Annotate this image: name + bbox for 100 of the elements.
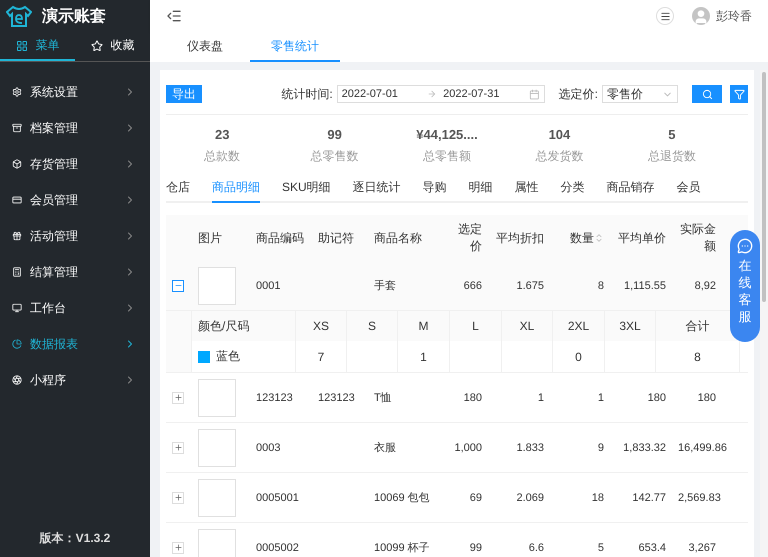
calculator-icon [12,267,22,277]
search-icon [702,88,712,100]
table-cell: 69 [470,492,482,504]
arrow-icon [427,89,438,99]
table-cell: 手套 [374,280,396,292]
table-cell: 5 [598,542,604,554]
page-tab[interactable]: 仪表盘 [160,32,250,62]
table-cell: 180 [698,392,716,404]
expand-button[interactable] [172,442,184,454]
table-cell: 1,000 [454,442,482,454]
avatar-icon [692,7,710,25]
column-header: 平均折扣 [495,230,545,246]
card-icon [12,195,22,205]
search-button[interactable] [692,85,722,103]
table-cell: 653.4 [638,542,666,554]
scrollbar-thumb[interactable] [762,72,766,302]
column-header: 助记符 [317,230,355,246]
table-cell: 0001 [256,280,280,292]
menu-item[interactable]: 数据报表 [0,326,150,362]
star-icon [90,40,102,52]
table-cell: 123123 [256,392,293,404]
menu-icon [660,10,670,22]
stat-label: 总发货数 [535,148,584,165]
app-title: 演示账套 [42,6,106,26]
report-tab[interactable]: 会员 [676,177,701,203]
image-placeholder [198,428,236,466]
table-cell: 10099 杯子 [374,542,430,554]
report-tab[interactable]: 逐日统计 [352,177,401,203]
column-header: 图片 [197,230,223,246]
table-cell: 2.069 [516,492,544,504]
sort-icon[interactable] [594,233,604,243]
table-cell: 0003 [256,442,280,454]
filter-icon [734,88,744,100]
stat-value: 99 [327,127,342,142]
report-tab[interactable]: 商品销存 [606,177,655,203]
table-cell: 1.833 [516,442,544,454]
expand-button[interactable] [172,492,184,504]
table-cell: 666 [464,280,482,292]
table-cell: 10069 包包 [374,492,430,504]
table-cell: 6.6 [528,542,544,554]
aperture-icon [12,375,22,385]
menu-item[interactable]: 系统设置 [0,74,150,110]
report-tab[interactable]: 明细 [468,177,493,203]
menu-item[interactable]: 小程序 [0,362,150,398]
menu-button[interactable] [656,7,674,25]
expand-button[interactable] [172,392,184,404]
report-tab[interactable]: 仓店 [166,177,190,203]
stat-value: 5 [668,127,676,142]
shirt-logo-icon [6,5,32,27]
user-name[interactable]: 彭玲香 [716,8,752,24]
gift-icon [12,231,22,241]
report-tab[interactable]: 导购 [422,177,447,203]
menu-item[interactable]: 工作台 [0,290,150,326]
table-cell: 衣服 [374,442,396,454]
table-cell: 8 [598,280,604,292]
filter-button[interactable] [730,85,748,103]
table-cell: 2,569.83 [678,492,721,504]
table-cell: 1 [598,392,604,404]
stat-value: 104 [548,127,570,142]
table-cell: 1 [538,392,544,404]
menu-item[interactable]: 结算管理 [0,254,150,290]
price-select[interactable]: 零售价 [602,85,678,103]
menu-item[interactable]: 会员管理 [0,182,150,218]
report-tab[interactable]: 属性 [514,177,539,203]
table-cell: T恤 [374,392,392,404]
column-header: 商品名称 [373,230,423,246]
table-cell: 142.77 [632,492,666,504]
date-label: 统计时间: [281,86,333,102]
menu-item[interactable]: 存货管理 [0,146,150,182]
stat-label: 总退货数 [648,148,696,165]
gear-icon [12,87,22,97]
table-cell: 8,92 [694,280,716,292]
table-cell: 1,833.32 [623,442,666,454]
grid-icon [16,40,28,52]
menu-item[interactable]: 活动管理 [0,218,150,254]
collapse-menu-icon[interactable] [166,8,182,24]
expand-button[interactable] [172,542,184,554]
table-cell: 123123 [318,392,355,404]
color-name: 蓝色 [216,348,240,365]
archive-icon [12,123,22,133]
sidebar-tab[interactable]: 菜单 [0,32,75,61]
column-header: 商品编码 [255,230,305,246]
menu-item[interactable]: 档案管理 [0,110,150,146]
sidebar-tab[interactable]: 收藏 [75,32,150,61]
plus-icon [174,543,182,552]
image-placeholder [198,378,236,416]
report-tab[interactable]: 分类 [560,177,585,203]
plus-icon [174,443,182,452]
table-cell: 180 [464,392,482,404]
collapse-button[interactable] [172,280,184,292]
date-range-field[interactable]: 2022-07-01 2022-07-31 [336,85,545,103]
column-header: 平均单价 [617,230,667,246]
report-tab[interactable]: SKU明细 [282,177,331,203]
table-cell: 16,499.86 [678,442,727,454]
chat-service-button[interactable]: 在线客服 [730,230,760,342]
stat-value: 23 [214,127,230,142]
chat-icon [737,238,753,254]
plus-icon [174,493,182,502]
pie-chart-icon [12,339,22,349]
version-text: 版本：V1.3.2 [38,530,112,547]
